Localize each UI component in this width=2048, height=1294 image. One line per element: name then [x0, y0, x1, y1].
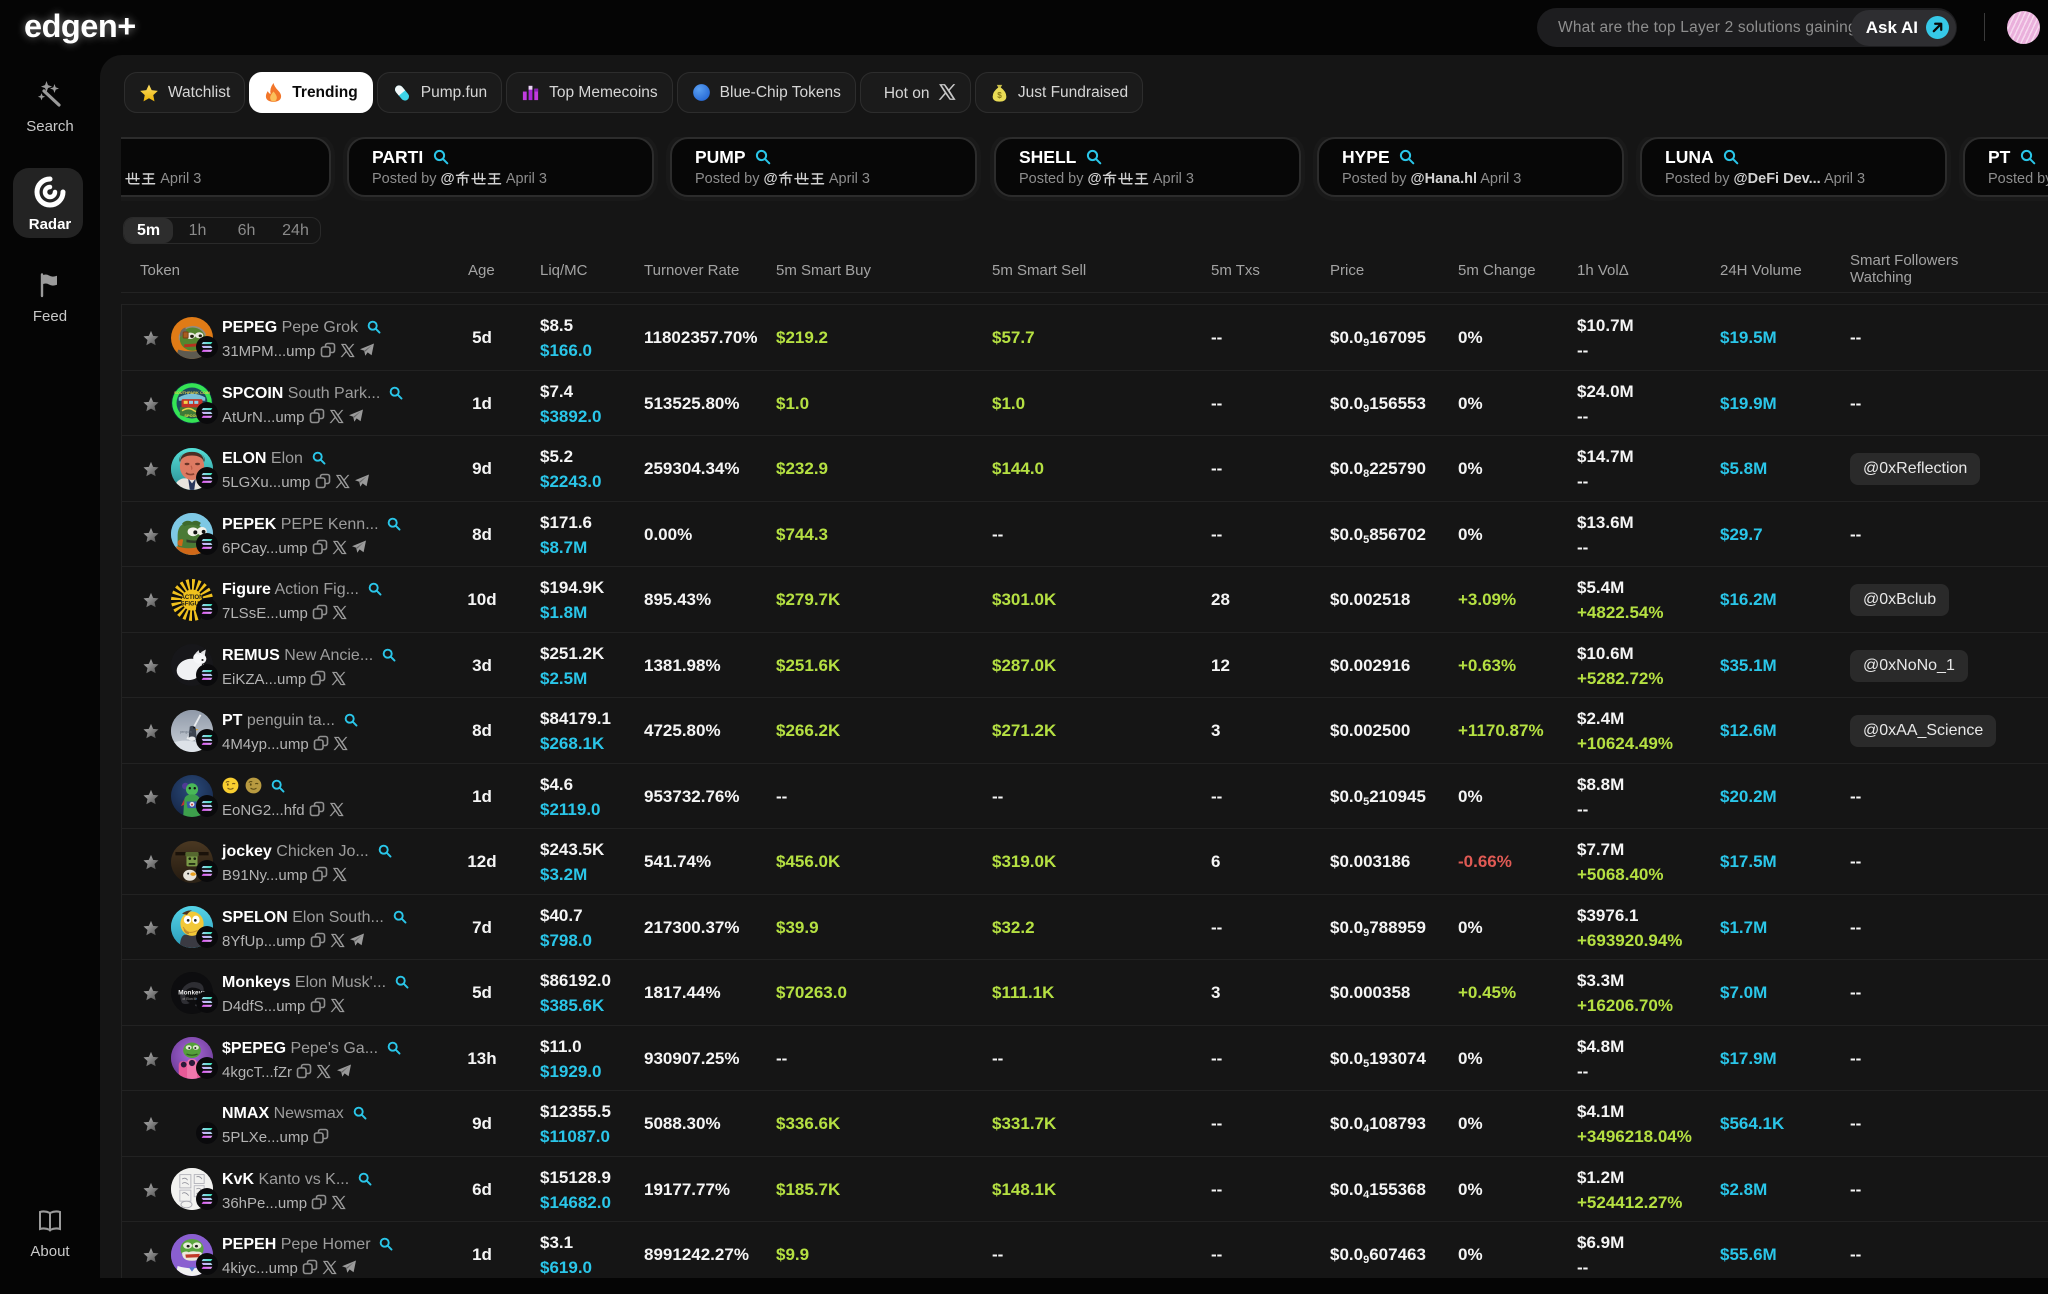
svg-text:$: $ — [997, 91, 1002, 100]
svg-text:penguin: penguin — [179, 730, 191, 734]
svg-text:SOUTHPARK COIN: SOUTHPARK COIN — [174, 390, 210, 395]
